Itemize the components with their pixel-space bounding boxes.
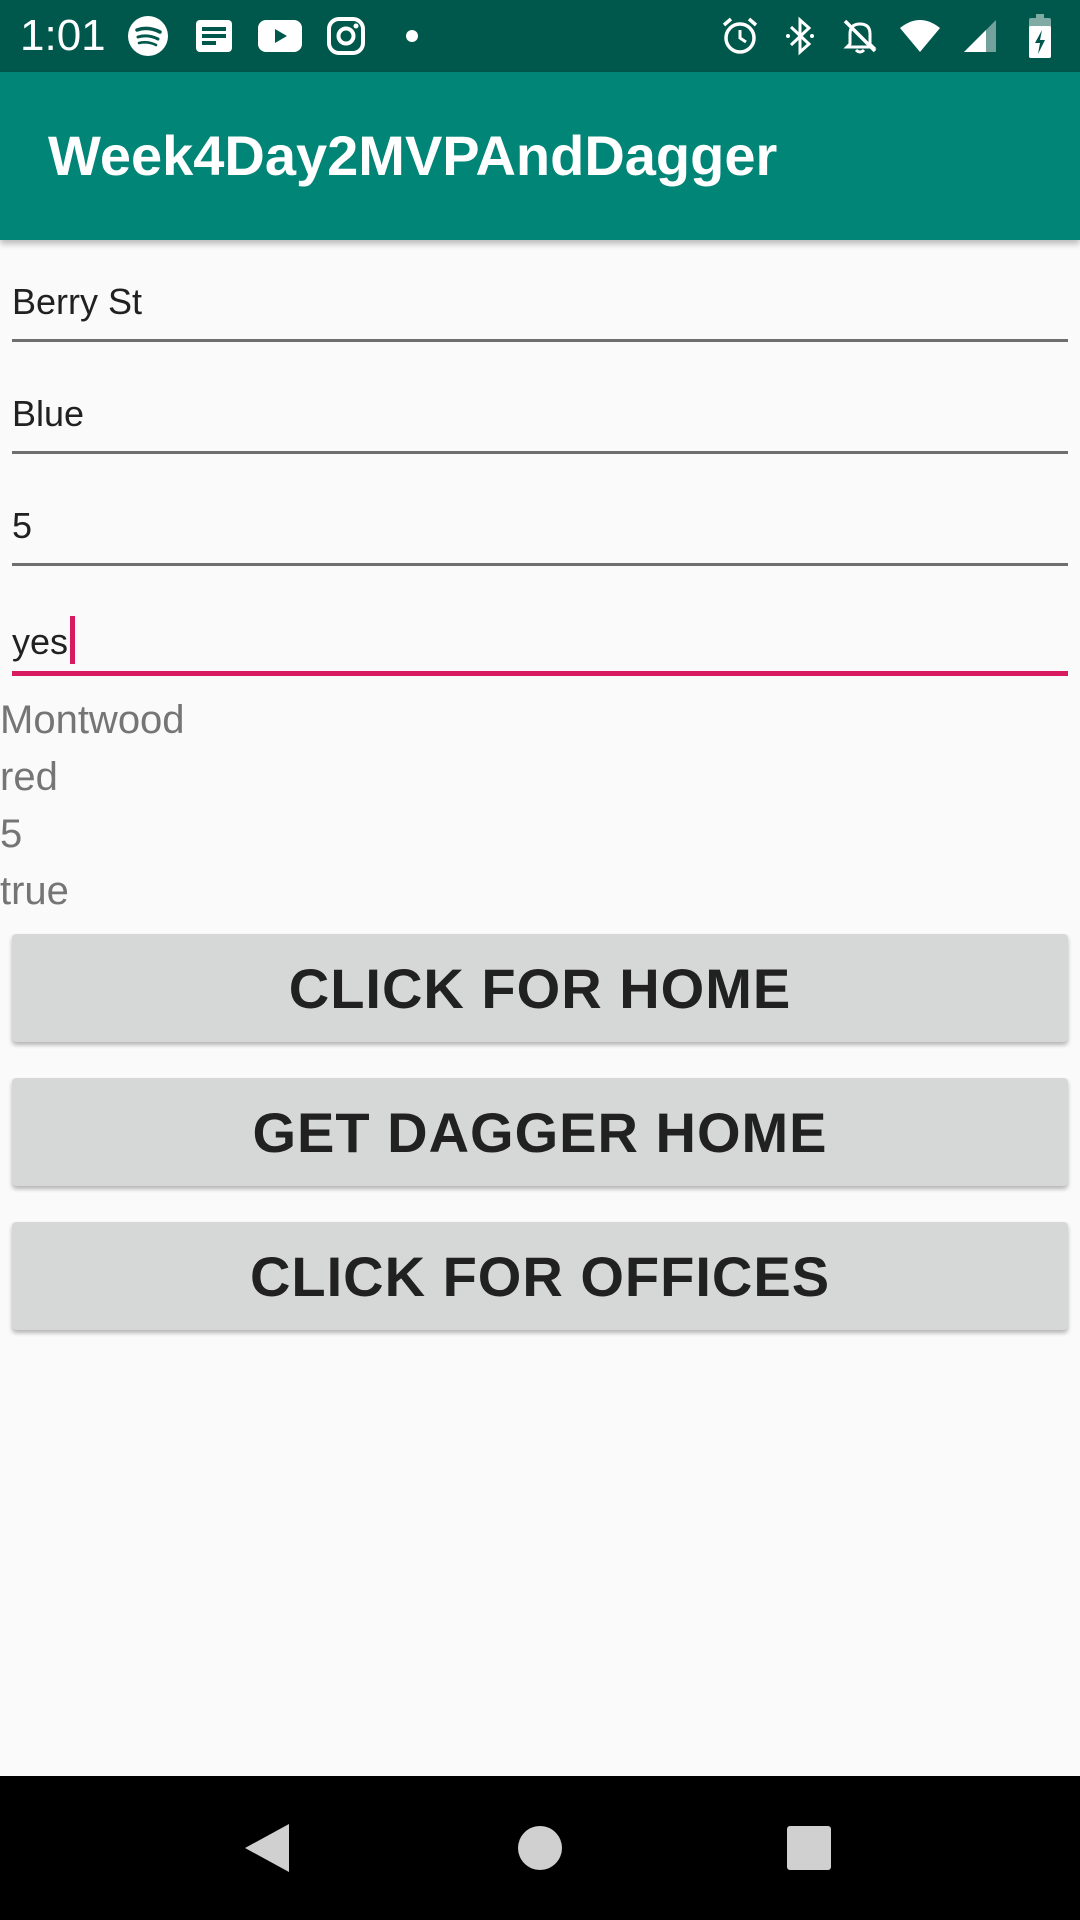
color-field[interactable]: Blue [12, 384, 1068, 454]
status-bar: 1:01 [0, 0, 1080, 72]
signal-icon [958, 12, 1002, 60]
navigation-bar [0, 1776, 1080, 1920]
back-icon [245, 1824, 289, 1872]
status-time: 1:01 [20, 11, 106, 60]
street-field-value: Berry St [12, 281, 143, 322]
click-for-home-button[interactable]: CLICK FOR HOME [12, 934, 1068, 1042]
result-color: red [0, 755, 58, 799]
news-icon [192, 14, 236, 58]
battery-charging-icon [1018, 12, 1062, 60]
alarm-icon [718, 12, 762, 60]
result-number: 5 [0, 812, 23, 856]
instagram-icon [324, 14, 368, 58]
notifications-off-icon [838, 12, 882, 60]
flag-field-value: yes [12, 621, 69, 662]
click-for-offices-button[interactable]: CLICK FOR OFFICES [12, 1222, 1068, 1330]
flag-field[interactable]: yes [12, 608, 1068, 676]
number-field[interactable]: 5 [12, 496, 1068, 566]
notification-icons [126, 14, 456, 58]
number-field-value: 5 [12, 505, 33, 546]
color-field-value: Blue [12, 393, 85, 434]
home-icon [518, 1826, 562, 1870]
app-screen: 1:01 Week4Day2MVPAndDagger Berry St Blue… [0, 0, 1080, 1920]
result-street: Montwood [0, 698, 185, 742]
number-field-underline [12, 563, 1068, 566]
flag-field-value-wrap: yes [12, 616, 76, 664]
street-field-underline [12, 339, 1068, 342]
dot-icon [390, 14, 434, 58]
text-cursor [70, 616, 76, 664]
home-button[interactable] [504, 1812, 576, 1884]
recents-button[interactable] [773, 1812, 845, 1884]
app-bar: Week4Day2MVPAndDagger [0, 72, 1080, 240]
result-flag: true [0, 869, 69, 913]
back-button[interactable] [231, 1812, 303, 1884]
wifi-icon [898, 12, 942, 60]
recents-icon [787, 1826, 831, 1870]
youtube-icon [258, 14, 302, 58]
get-dagger-home-button[interactable]: GET DAGGER HOME [12, 1078, 1068, 1186]
bluetooth-icon [778, 12, 822, 60]
main-content: Berry St Blue 5 yes Montwood red 5 true … [0, 240, 1080, 1776]
app-title: Week4Day2MVPAndDagger [48, 124, 778, 187]
system-icons [702, 12, 1062, 60]
flag-field-underline [12, 671, 1068, 676]
color-field-underline [12, 451, 1068, 454]
street-field[interactable]: Berry St [12, 272, 1068, 342]
spotify-icon [126, 14, 170, 58]
